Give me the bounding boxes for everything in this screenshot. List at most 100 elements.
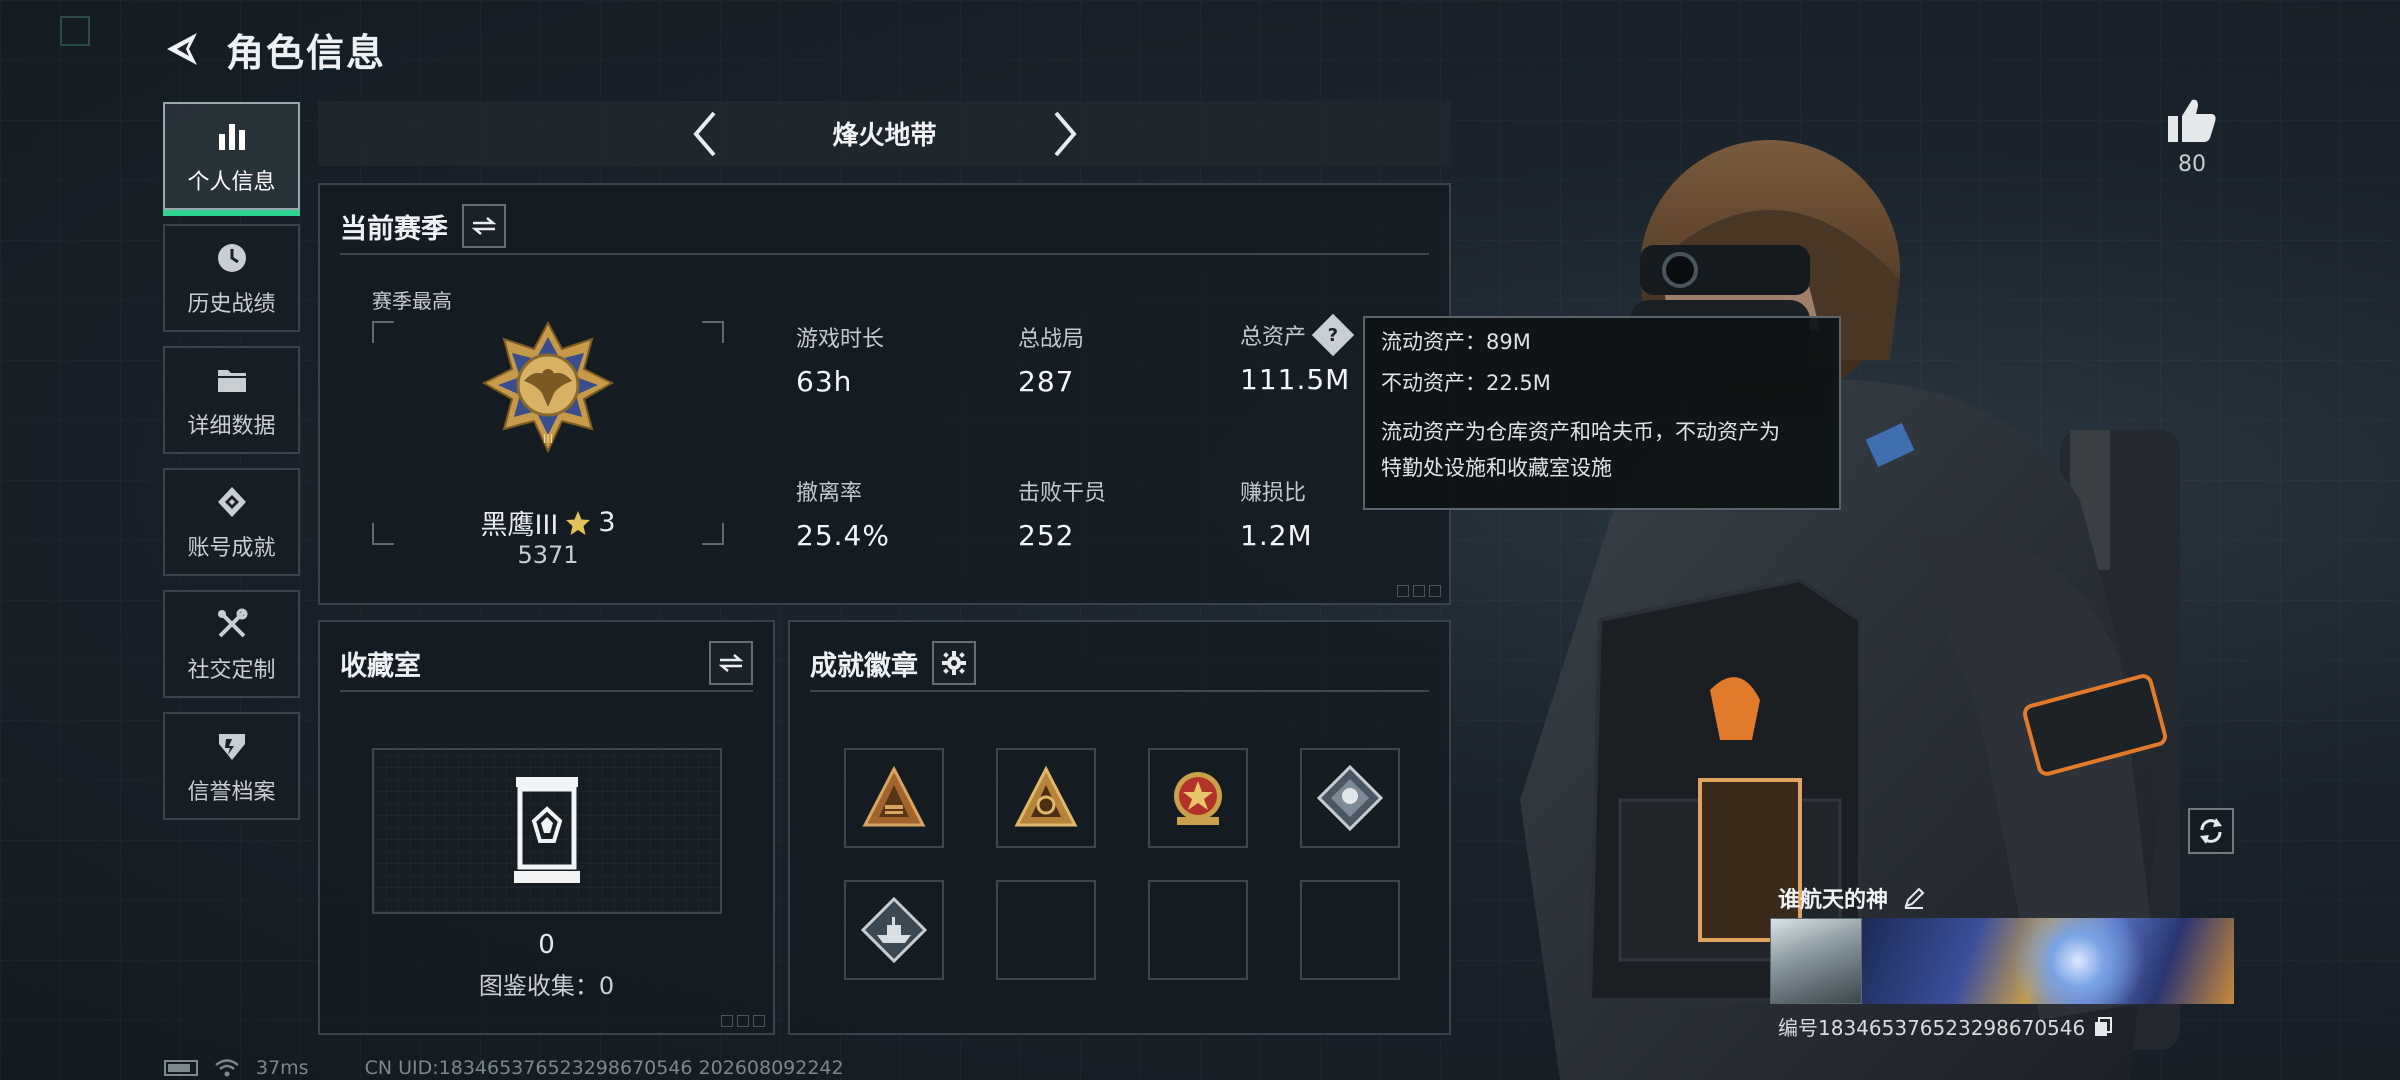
sidebar-item-label: 账号成就 bbox=[187, 536, 276, 561]
thumbs-up-icon bbox=[2168, 99, 2216, 142]
player-name: 谁航天的神 bbox=[1778, 888, 1889, 913]
swap-icon bbox=[718, 654, 744, 672]
panel-corner-decoration bbox=[715, 1015, 765, 1027]
status-bar: 37ms CN UID:1834653765232986705​46 20260… bbox=[164, 1056, 844, 1080]
collection-display[interactable] bbox=[372, 748, 722, 914]
rank-name-text: 黑鹰III bbox=[480, 510, 559, 541]
stat-value: 25.4% bbox=[796, 519, 890, 552]
collection-panel: 收藏室 0 图鉴收集：0 bbox=[318, 620, 775, 1035]
triangle-bronze-badge-icon bbox=[862, 765, 926, 827]
sidebar-item-match-history[interactable]: 历史战绩 bbox=[163, 224, 300, 332]
collection-switch-button[interactable] bbox=[709, 641, 753, 685]
collection-count: 0 bbox=[538, 930, 555, 960]
badge-slot[interactable] bbox=[844, 880, 944, 980]
sidebar-item-label: 历史战绩 bbox=[187, 292, 276, 317]
gear-icon bbox=[942, 651, 966, 675]
page-header: 角色信息 bbox=[160, 22, 386, 76]
stat-label-text: 总资产 bbox=[1240, 325, 1307, 350]
rank-emblem-icon: III bbox=[481, 320, 615, 454]
sidebar-item-detailed-data[interactable]: 详细数据 bbox=[163, 346, 300, 454]
collection-panel-header: 收藏室 bbox=[340, 636, 753, 692]
stat-total-assets: 总资产 ? 111.5M bbox=[1240, 313, 1355, 396]
badge-slot[interactable] bbox=[1148, 748, 1248, 848]
stat-kills: 击败干员 252 bbox=[1018, 475, 1106, 552]
rank-name: 黑鹰III 3 bbox=[372, 503, 724, 542]
player-uid: 编号1834653765232986705​46 bbox=[1778, 1016, 2086, 1040]
stat-label: 总资产 ? bbox=[1240, 313, 1355, 357]
badge-slot-empty[interactable] bbox=[996, 880, 1096, 980]
stat-extract-rate: 撤离率 25.4% bbox=[796, 475, 890, 552]
star-icon bbox=[566, 510, 591, 535]
mode-prev-button[interactable] bbox=[675, 104, 735, 164]
achievement-icon bbox=[212, 482, 252, 522]
season-peak-label: 赛季最高 bbox=[372, 289, 452, 313]
mode-selector: 烽火地带 bbox=[318, 101, 1451, 166]
sidebar-item-personal-info[interactable]: 个人信息 bbox=[163, 102, 300, 216]
diamond-silver-badge-icon bbox=[1316, 764, 1384, 832]
medal-red-badge-icon bbox=[1174, 772, 1222, 825]
battery-icon bbox=[164, 1060, 198, 1076]
like-widget[interactable]: 80 bbox=[2160, 96, 2224, 177]
corner-decoration bbox=[60, 16, 90, 46]
svg-text:III: III bbox=[543, 432, 554, 446]
tooltip-liquid-assets: 流动资产：89M bbox=[1381, 330, 1531, 354]
badge-slot[interactable] bbox=[996, 748, 1096, 848]
collection-title: 收藏室 bbox=[340, 650, 421, 682]
edit-icon[interactable] bbox=[1902, 886, 1926, 910]
mode-next-button[interactable] bbox=[1035, 104, 1095, 164]
server-info: CN UID:1834653765232986705​46 2026080922… bbox=[364, 1057, 844, 1079]
sidebar-item-social-custom[interactable]: 社交定制 bbox=[163, 590, 300, 698]
tools-icon bbox=[212, 604, 252, 644]
clock-icon bbox=[212, 238, 252, 278]
player-card[interactable] bbox=[1770, 918, 2234, 1004]
sidebar-item-reputation[interactable]: 信誉档案 bbox=[163, 712, 300, 820]
collection-progress: 图鉴收集：0 bbox=[478, 972, 615, 1000]
wifi-icon bbox=[215, 1059, 239, 1077]
stat-label: 击败干员 bbox=[1018, 481, 1107, 506]
ping-value: 37ms bbox=[256, 1057, 309, 1079]
sidebar-item-label: 信誉档案 bbox=[187, 780, 276, 805]
season-switch-button[interactable] bbox=[462, 204, 506, 248]
stat-value: 252 bbox=[1018, 519, 1075, 552]
stat-label: 撤离率 bbox=[796, 481, 863, 506]
player-banner bbox=[1862, 918, 2234, 1004]
copy-icon[interactable] bbox=[2093, 1016, 2113, 1038]
rotate-model-button[interactable] bbox=[2188, 808, 2234, 854]
back-arrow-icon bbox=[167, 33, 197, 65]
triangle-gold-badge-icon bbox=[1014, 765, 1078, 827]
stat-profit-ratio: 赚损比 1.2M bbox=[1240, 475, 1313, 552]
chevron-right-icon bbox=[1053, 111, 1077, 156]
achievements-title: 成就徽章 bbox=[810, 650, 918, 682]
badge-slot[interactable] bbox=[1300, 748, 1400, 848]
sidebar-item-account-achievements[interactable]: 账号成就 bbox=[163, 468, 300, 576]
folder-icon bbox=[212, 360, 252, 400]
achievements-panel-header: 成就徽章 bbox=[810, 636, 1429, 692]
chevron-left-icon bbox=[692, 111, 716, 156]
avatar[interactable] bbox=[1770, 918, 1862, 1004]
player-uid-row: 编号1834653765232986705​46 bbox=[1778, 1012, 2113, 1041]
badge-slot-empty[interactable] bbox=[1148, 880, 1248, 980]
sidebar-item-label: 详细数据 bbox=[187, 414, 276, 439]
tooltip-fixed-assets: 不动资产：22.5M bbox=[1381, 371, 1551, 395]
sidebar-item-label: 社交定制 bbox=[187, 658, 276, 683]
stat-value: 287 bbox=[1018, 365, 1075, 398]
stat-value: 111.5M bbox=[1240, 363, 1351, 396]
help-icon[interactable]: ? bbox=[1311, 313, 1355, 357]
achievements-settings-button[interactable] bbox=[932, 641, 976, 685]
achievements-panel: 成就徽章 bbox=[788, 620, 1451, 1035]
like-count: 80 bbox=[2178, 152, 2206, 177]
mode-title: 烽火地带 bbox=[832, 121, 937, 151]
badge-slot-empty[interactable] bbox=[1300, 880, 1400, 980]
season-title: 当前赛季 bbox=[340, 213, 448, 245]
badge-grid bbox=[844, 748, 1400, 980]
sidebar: 个人信息 历史战绩 详细数据 账号成就 社交定制 信誉档案 bbox=[163, 102, 300, 834]
back-button[interactable] bbox=[160, 26, 206, 72]
bar-chart-icon bbox=[212, 116, 252, 156]
page-title: 角色信息 bbox=[226, 30, 387, 75]
badge-slot[interactable] bbox=[844, 748, 944, 848]
swap-icon bbox=[471, 217, 497, 235]
stat-play-time: 游戏时长 63h bbox=[796, 321, 884, 398]
player-name-row: 谁航天的神 bbox=[1778, 882, 1926, 914]
total-assets-tooltip: 流动资产：89M 不动资产：22.5M 流动资产为仓库资产和哈夫币，不动资产为 … bbox=[1363, 316, 1841, 510]
tooltip-desc-line: 流动资产为仓库资产和哈夫币，不动资产为 bbox=[1381, 420, 1780, 444]
